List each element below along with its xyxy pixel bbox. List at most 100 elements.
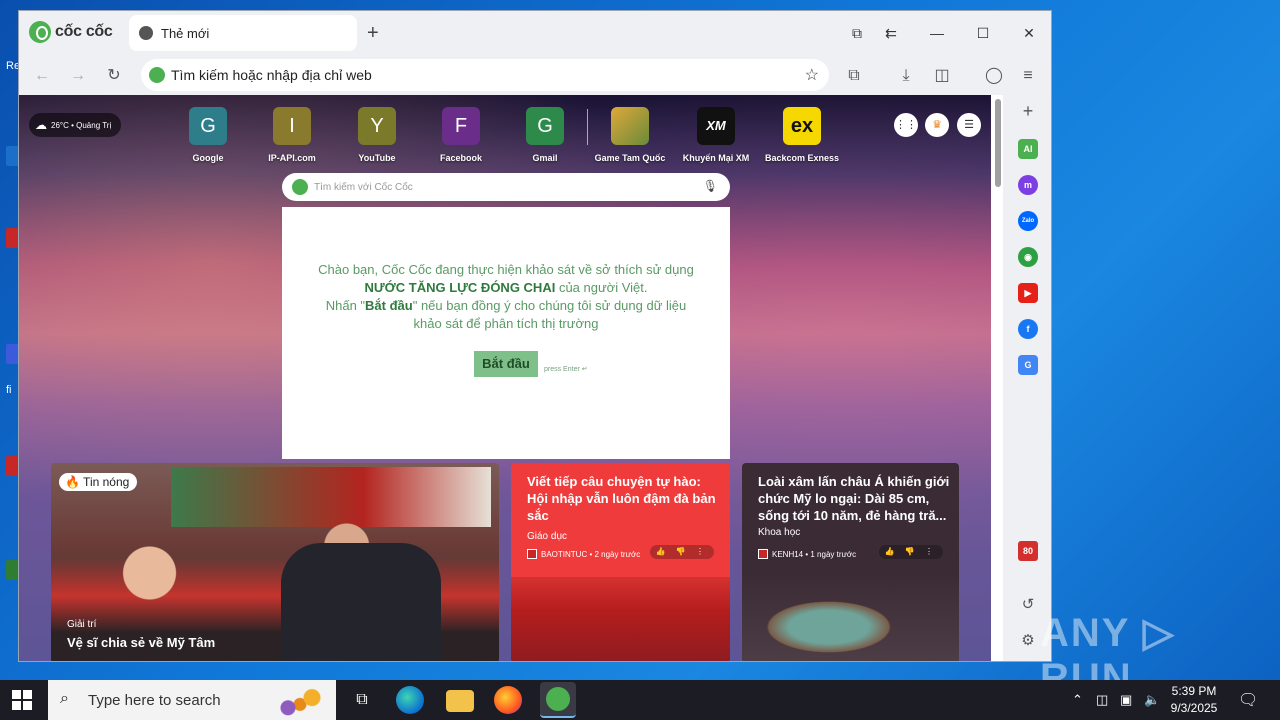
coccoc-search-box[interactable]: 🎙 (282, 173, 730, 201)
news-actions[interactable]: 👍 👎 ⋮ (649, 545, 714, 559)
menu-icon[interactable]: ≡ (1017, 65, 1039, 87)
maximize-button[interactable]: ☐ (971, 23, 995, 43)
coccoc-logo-icon (29, 21, 51, 43)
address-placeholder: Tìm kiếm hoặc nhập địa chỉ web (171, 67, 372, 83)
reload-icon[interactable]: ↻ (103, 65, 125, 87)
80-years-icon[interactable]: 80 (1018, 541, 1038, 561)
start-survey-button[interactable]: Bắt đầu (474, 351, 538, 377)
right-sidebar: + AI m Zalo ◉ ▶ f G 80 ↺ ⚙ (1003, 95, 1051, 661)
news-actions[interactable]: 👍 👎 ⋮ (878, 545, 943, 559)
extensions-icon[interactable]: ⧉ (843, 65, 865, 87)
xm-logo-icon: XM (697, 107, 735, 145)
system-clock[interactable]: 5:39 PM 9/3/2025 (1168, 683, 1220, 717)
ai-icon[interactable]: AI (1018, 139, 1038, 159)
shortcut-tile: I (273, 107, 311, 145)
survey-panel: Chào bạn, Cốc Cốc đang thực hiện khảo sá… (282, 207, 730, 459)
shortcut-tile: G (189, 107, 227, 145)
address-bar[interactable]: Tìm kiếm hoặc nhập địa chỉ web ☆ (141, 59, 829, 91)
shortcut-facebook[interactable]: F Facebook (421, 107, 501, 163)
exness-logo-icon: ex (783, 107, 821, 145)
windows-start-icon[interactable] (12, 690, 32, 710)
new-tab-button[interactable]: + (367, 23, 379, 43)
press-enter-hint: press Enter ↵ (544, 366, 588, 373)
minimize-button[interactable]: — (925, 23, 949, 43)
back-icon[interactable]: ← (31, 65, 53, 87)
vertical-scrollbar[interactable] (991, 95, 1003, 661)
taskbar: ⌕ Type here to search ⧉ ⌃ ◫ ▣ 🔈 5:39 PM … (0, 680, 1280, 720)
weather-widget[interactable]: ☁ 26°C • Quảng Trị (29, 113, 122, 137)
survey-line-3-pre: Nhấn " (325, 298, 366, 313)
shortcut-gmail[interactable]: G Gmail (505, 107, 585, 163)
apps-grid-icon[interactable]: ⋮⋮ (894, 113, 918, 137)
crown-icon[interactable]: ♛ (925, 113, 949, 137)
search-highlight-image (270, 684, 330, 718)
task-view-icon[interactable]: ⧉ (348, 686, 376, 714)
browser-window: cốc cốc Thẻ mới + ⧉ ⇇ — ☐ ✕ ← → ↻ Tìm ki… (18, 10, 1052, 662)
shortcut-tile: Y (358, 107, 396, 145)
notification-icon[interactable]: 🗨 (1238, 690, 1258, 710)
file-explorer-icon[interactable] (446, 690, 474, 712)
microphone-icon[interactable]: 🎙 (703, 179, 718, 193)
cloud-icon: ☁ (35, 118, 47, 132)
translate-icon[interactable]: G (1018, 355, 1038, 375)
title-bar: cốc cốc Thẻ mới + ⧉ ⇇ — ☐ ✕ (19, 11, 1051, 55)
news-title: Vệ sĩ chia sẻ về Mỹ Tâm (67, 635, 216, 650)
game-icon[interactable]: ◉ (1018, 247, 1038, 267)
close-button[interactable]: ✕ (1017, 23, 1041, 43)
forward-icon[interactable]: → (67, 65, 89, 87)
meet-now-icon[interactable]: ◫ (1096, 692, 1108, 708)
tab-list-icon[interactable]: ⇇ (879, 23, 903, 43)
shortcut-label: Game Tam Quốc (594, 153, 666, 163)
network-icon[interactable]: ▣ (1120, 692, 1132, 708)
shortcut-youtube[interactable]: Y YouTube (337, 107, 417, 163)
weather-text: 26°C • Quảng Trị (51, 120, 112, 130)
news-category: Khoa học (758, 527, 801, 538)
volume-icon[interactable]: 🔈 (1144, 692, 1160, 708)
profile-icon[interactable]: ◯ (983, 65, 1005, 87)
shortcut-google[interactable]: G Google (168, 107, 248, 163)
clock-date: 9/3/2025 (1170, 701, 1218, 715)
shortcut-game-tam-quoc[interactable]: Game Tam Quốc (590, 107, 670, 163)
news-card-science[interactable]: Loài xâm lấn châu Á khiến giới chức Mỹ l… (742, 463, 959, 661)
news-card-education[interactable]: Viết tiếp câu chuyện tự hào: Hội nhập vẫ… (511, 463, 730, 661)
news-source-text: KENH14 • 1 ngày trước (772, 549, 857, 559)
edge-icon[interactable] (396, 686, 424, 714)
news-card-hot[interactable]: 🔥 Tin nóng Giải trí Vệ sĩ chia sẻ về Mỹ … (51, 463, 499, 661)
search-input[interactable] (314, 181, 694, 193)
add-sidebar-item-icon[interactable]: + (1018, 101, 1038, 121)
shortcut-label: Facebook (439, 153, 482, 163)
coccoc-logo[interactable]: cốc cốc (29, 21, 113, 43)
shortcut-exness[interactable]: ex Backcom Exness (762, 107, 842, 163)
shortcut-ip-api[interactable]: I IP-API.com (252, 107, 332, 163)
settings-sliders-icon[interactable]: ☰ (957, 113, 981, 137)
screenshot-icon[interactable]: ⧉ (845, 23, 869, 43)
show-hidden-icons[interactable]: ⌃ (1072, 692, 1083, 708)
taskbar-search[interactable]: ⌕ Type here to search (48, 680, 336, 720)
tab-title: Thẻ mới (161, 25, 210, 41)
news-title: Viết tiếp câu chuyện tự hào: Hội nhập vẫ… (527, 474, 716, 523)
firefox-icon[interactable] (494, 686, 522, 714)
sidebar-toggle-icon[interactable]: ◫ (931, 65, 953, 87)
settings-gear-icon[interactable]: ⚙ (1018, 631, 1038, 651)
survey-product: NƯỚC TĂNG LỰC ĐÓNG CHAI (364, 280, 556, 295)
bookmark-star-icon[interactable]: ☆ (805, 65, 819, 85)
messenger-icon[interactable]: m (1018, 175, 1038, 195)
tab-new[interactable]: Thẻ mới (129, 15, 357, 51)
shortcut-label: IP-API.com (268, 153, 316, 163)
news-image (742, 573, 959, 661)
youtube-icon[interactable]: ▶ (1018, 283, 1038, 303)
survey-line-2: NƯỚC TĂNG LỰC ĐÓNG CHAI của người Việt. (282, 279, 730, 297)
scrollbar-thumb[interactable] (995, 99, 1001, 187)
news-source: KENH14 • 1 ngày trước (758, 549, 856, 559)
news-image-figure (281, 543, 441, 661)
coccoc-taskbar-icon (546, 687, 570, 711)
zalo-icon[interactable]: Zalo (1018, 211, 1038, 231)
history-icon[interactable]: ↺ (1018, 595, 1038, 615)
coccoc-taskbar-button[interactable] (540, 682, 576, 718)
brand-name: cốc cốc (55, 23, 113, 40)
facebook-icon[interactable]: f (1018, 319, 1038, 339)
news-category: Giải trí (67, 619, 97, 630)
desktop-label[interactable]: fi (6, 384, 12, 396)
download-icon[interactable]: ⤓ (895, 65, 917, 87)
shortcut-xm[interactable]: XM Khuyến Mại XM (676, 107, 756, 163)
